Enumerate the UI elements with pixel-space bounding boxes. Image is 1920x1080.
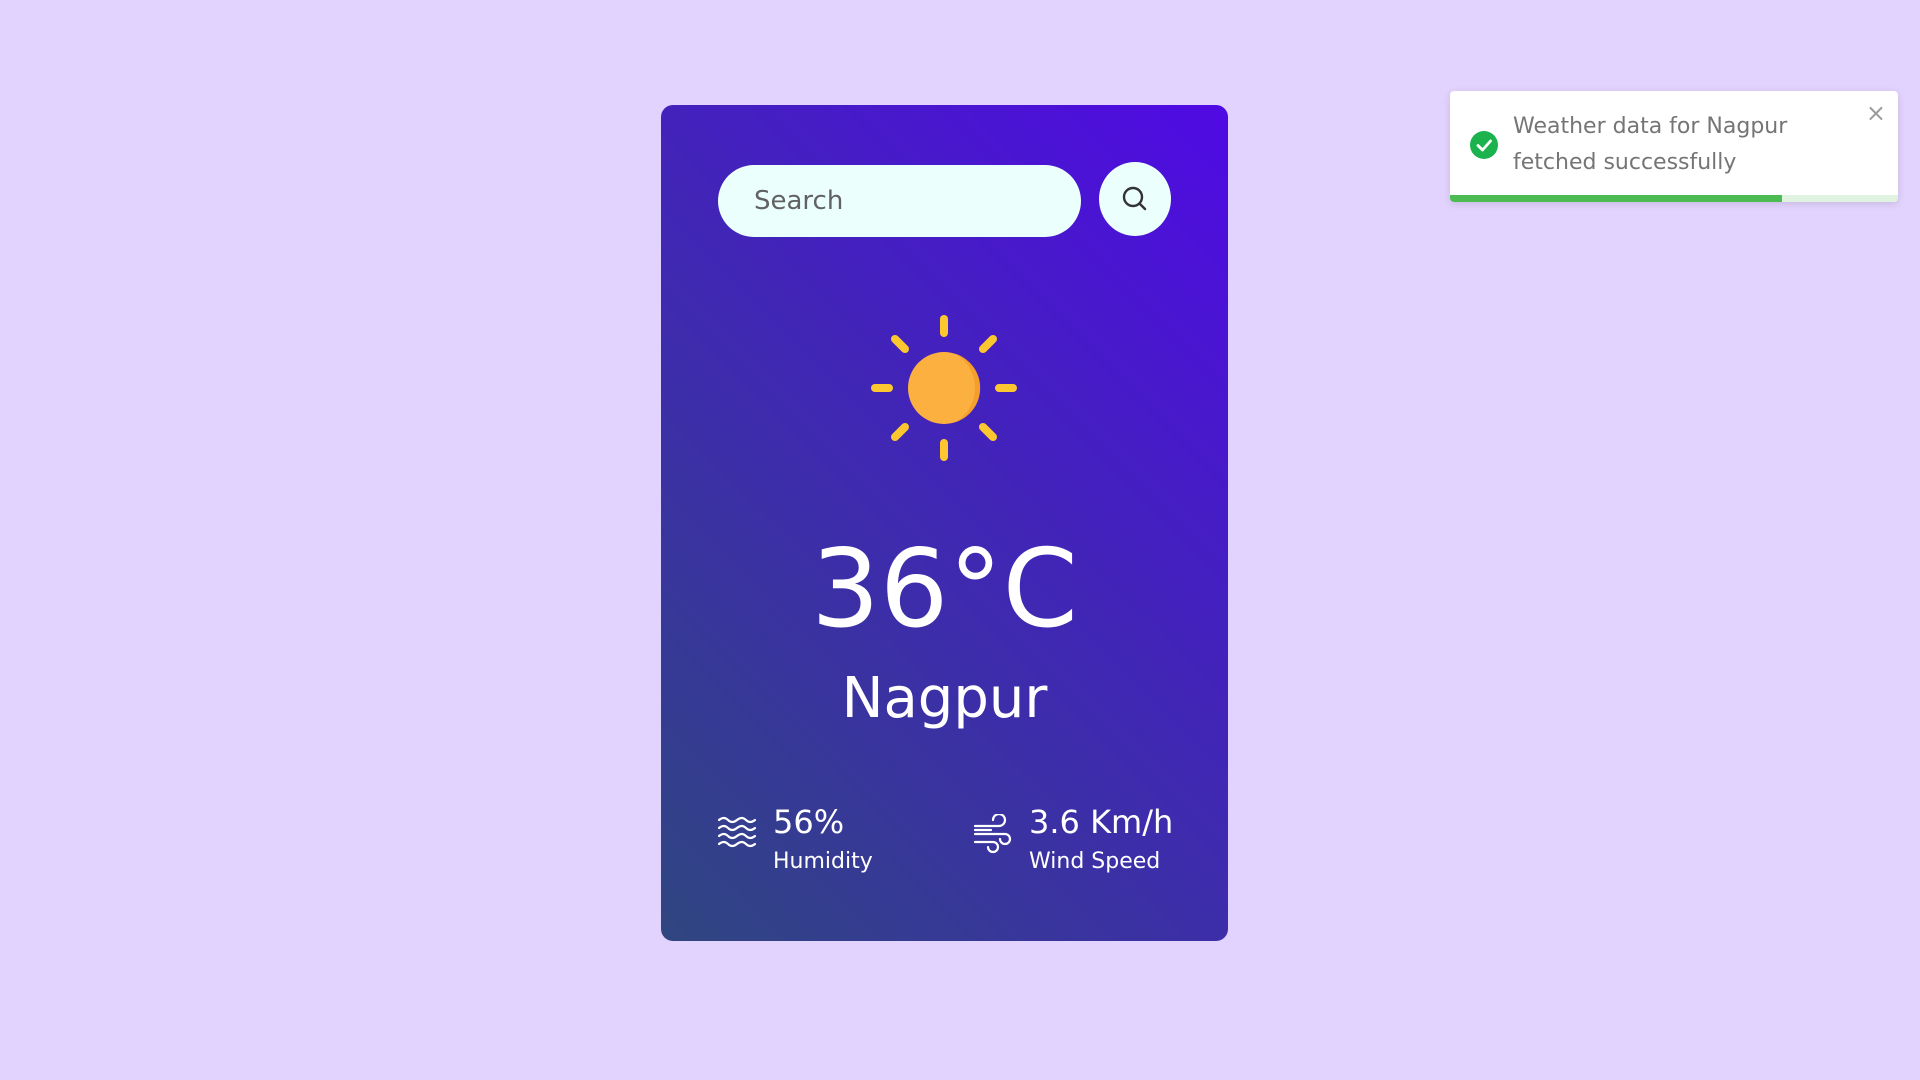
humidity-info: 56% Humidity [773, 802, 873, 879]
humidity-label: Humidity [773, 848, 873, 874]
sun-icon [871, 315, 1017, 461]
search-input[interactable] [718, 165, 1081, 237]
search-icon [1122, 186, 1147, 211]
humidity-value: 56% [773, 803, 845, 841]
wind-value: 3.6 Km/h [1029, 803, 1174, 841]
wind-icon [973, 814, 1012, 854]
toast-message: Weather data for Nagpur fetched successf… [1513, 114, 1788, 175]
toast-progress-bar [1450, 195, 1782, 202]
check-circle-icon [1470, 131, 1498, 159]
wind-stat: 3.6 Km/h Wind Speed [973, 802, 1173, 879]
city-name: Nagpur [841, 666, 1048, 731]
wind-label: Wind Speed [1029, 848, 1161, 874]
success-toast: Weather data for Nagpur fetched successf… [1450, 91, 1898, 202]
toast-progress-track [1450, 195, 1898, 202]
search-bar [718, 162, 1171, 241]
weather-card: 36°C Nagpur 56% Humidity 3.6 Km/h [661, 105, 1228, 941]
close-icon[interactable]: × [1866, 99, 1886, 127]
humidity-stat: 56% Humidity [717, 802, 873, 879]
temperature: 36°C [811, 527, 1078, 652]
search-button[interactable] [1099, 162, 1171, 236]
wind-info: 3.6 Km/h Wind Speed [1029, 802, 1173, 879]
humidity-icon [717, 816, 757, 848]
